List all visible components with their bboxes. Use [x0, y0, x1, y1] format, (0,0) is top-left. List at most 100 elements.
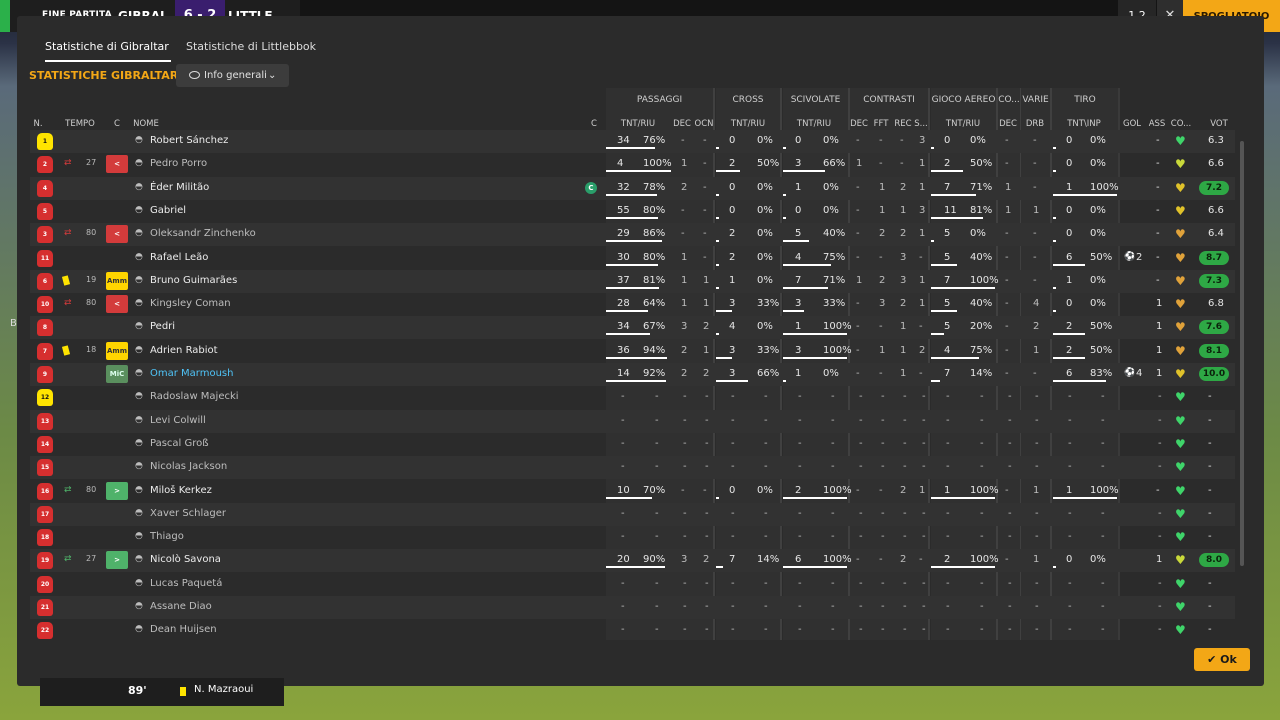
contrast-dec: - [856, 321, 860, 333]
progress-underline [1053, 193, 1117, 196]
aerial-attempted: 5 [944, 228, 951, 240]
player-name[interactable]: Xaver Schlager [150, 508, 226, 519]
progress-underline [716, 193, 719, 196]
shots: 0 [1066, 298, 1073, 310]
player-name[interactable]: Pascal Groß [150, 438, 209, 449]
contrast-fft: 3 [879, 298, 886, 310]
contrast-s: 2 [919, 344, 926, 356]
contrast-dec: 1 [856, 274, 863, 286]
player-name[interactable]: Bruno Guimarães [150, 275, 237, 286]
tackles-pct: 0% [823, 204, 839, 216]
shots: 0 [1066, 158, 1073, 170]
player-name[interactable]: Oleksandr Zinchenko [150, 228, 256, 239]
player-name[interactable]: Gabriel [150, 205, 186, 216]
player-name[interactable]: Omar Marmoush [150, 368, 233, 379]
crosses-attempted: 3 [729, 298, 736, 310]
progress-underline [606, 333, 650, 336]
crosses-attempted: 7 [729, 554, 736, 566]
chances-created: 2 [703, 321, 710, 333]
ok-button[interactable]: ✔ Ok [1194, 648, 1250, 671]
goal-icon: ⚽ [1124, 368, 1136, 378]
section-title: STATISTICHE GIBRALTAR [29, 69, 179, 82]
table-row[interactable] [30, 153, 1235, 176]
empty-stat: - [1008, 531, 1012, 543]
contrast-dec: - [856, 204, 860, 216]
contrast-dec: - [856, 228, 860, 240]
player-name[interactable]: Radoslaw Majecki [150, 391, 239, 402]
table-row[interactable] [30, 247, 1235, 270]
player-name[interactable]: Kingsley Coman [150, 298, 231, 309]
table-row[interactable] [30, 526, 1235, 549]
dribbles: - [1033, 181, 1037, 193]
passes-decisive: 2 [681, 368, 688, 379]
progress-underline [783, 240, 809, 243]
player-name[interactable]: Adrien Rabiot [150, 345, 218, 356]
player-head-icon: ◓ [135, 461, 143, 472]
crosses-attempted: 0 [729, 135, 736, 146]
dribbles: 1 [1033, 554, 1040, 566]
table-row[interactable] [30, 316, 1235, 340]
progress-underline [716, 566, 723, 569]
player-name[interactable]: Miloš Kerkez [150, 485, 212, 496]
tab-littlebbok[interactable]: Statistiche di Littlebbok [186, 40, 316, 62]
column-group-header: CROSS [732, 95, 764, 105]
empty-stat: - [922, 601, 926, 612]
tab-gibraltar[interactable]: Statistiche di Gibraltar [45, 40, 171, 62]
player-name[interactable]: Dean Huijsen [150, 624, 217, 635]
empty-stat: - [903, 507, 907, 519]
table-row[interactable] [30, 409, 1235, 433]
empty-stat: - [1008, 507, 1012, 519]
player-name[interactable]: Assane Diao [150, 601, 212, 612]
crosses-pct: 0% [757, 181, 773, 193]
aerial-pct: 40% [970, 251, 993, 263]
column-group-header: GIOCO AEREO [931, 95, 996, 105]
table-row[interactable] [30, 176, 1235, 200]
player-name[interactable]: Rafael Leão [150, 252, 208, 263]
shots-pct: 0% [1090, 554, 1106, 566]
tackles-attempted: 4 [795, 251, 802, 263]
player-name[interactable]: Lucas Paquetá [150, 578, 222, 589]
contrast-dec: - [856, 484, 860, 496]
contrast-fft: - [879, 251, 883, 263]
contrast-dec: - [856, 554, 860, 566]
player-name[interactable]: Nicolas Jackson [150, 461, 227, 472]
assists: - [1156, 204, 1160, 216]
scrollbar[interactable] [1240, 141, 1244, 566]
shots: 2 [1066, 321, 1073, 333]
aerial-attempted: 7 [944, 181, 951, 193]
empty-stat: - [1101, 624, 1105, 636]
crosses-pct: 0% [757, 321, 773, 333]
contrast-dec: - [856, 298, 860, 310]
empty-stat: - [705, 507, 709, 519]
passes-attempted: 10 [617, 484, 630, 496]
passes-decisive: - [681, 135, 685, 146]
player-name[interactable]: Pedro Porro [150, 158, 207, 169]
player-name[interactable]: Éder Militão [150, 182, 209, 193]
table-row[interactable] [30, 433, 1235, 456]
empty-stat: - [655, 531, 659, 543]
empty-stat: - [1158, 391, 1162, 403]
empty-stat: - [705, 577, 709, 589]
player-name[interactable]: Nicolò Savona [150, 554, 221, 565]
co-dec: - [1005, 228, 1009, 240]
contrast-s: - [919, 321, 923, 333]
dropdown-label: Info generali [204, 70, 267, 81]
stats-view-dropdown[interactable]: Info generali ⌄ [176, 64, 289, 87]
tackles-attempted: 2 [795, 484, 802, 496]
empty-stat: - [705, 414, 709, 426]
player-name[interactable]: Levi Colwill [150, 415, 206, 426]
player-name[interactable]: Pedri [150, 321, 175, 332]
shots-pct: 0% [1090, 135, 1106, 146]
progress-underline [1053, 566, 1056, 569]
tackles-attempted: 7 [795, 274, 802, 286]
empty-stat: - [946, 391, 950, 403]
player-name[interactable]: Robert Sánchez [150, 135, 228, 146]
empty-stat: - [831, 624, 835, 636]
empty-stat: - [683, 507, 687, 519]
contrast-fft: 2 [879, 274, 886, 286]
table-row[interactable] [30, 200, 1235, 223]
empty-stat: - [1035, 601, 1039, 612]
progress-underline [931, 566, 995, 569]
progress-underline [606, 170, 671, 173]
player-name[interactable]: Thiago [150, 531, 184, 542]
